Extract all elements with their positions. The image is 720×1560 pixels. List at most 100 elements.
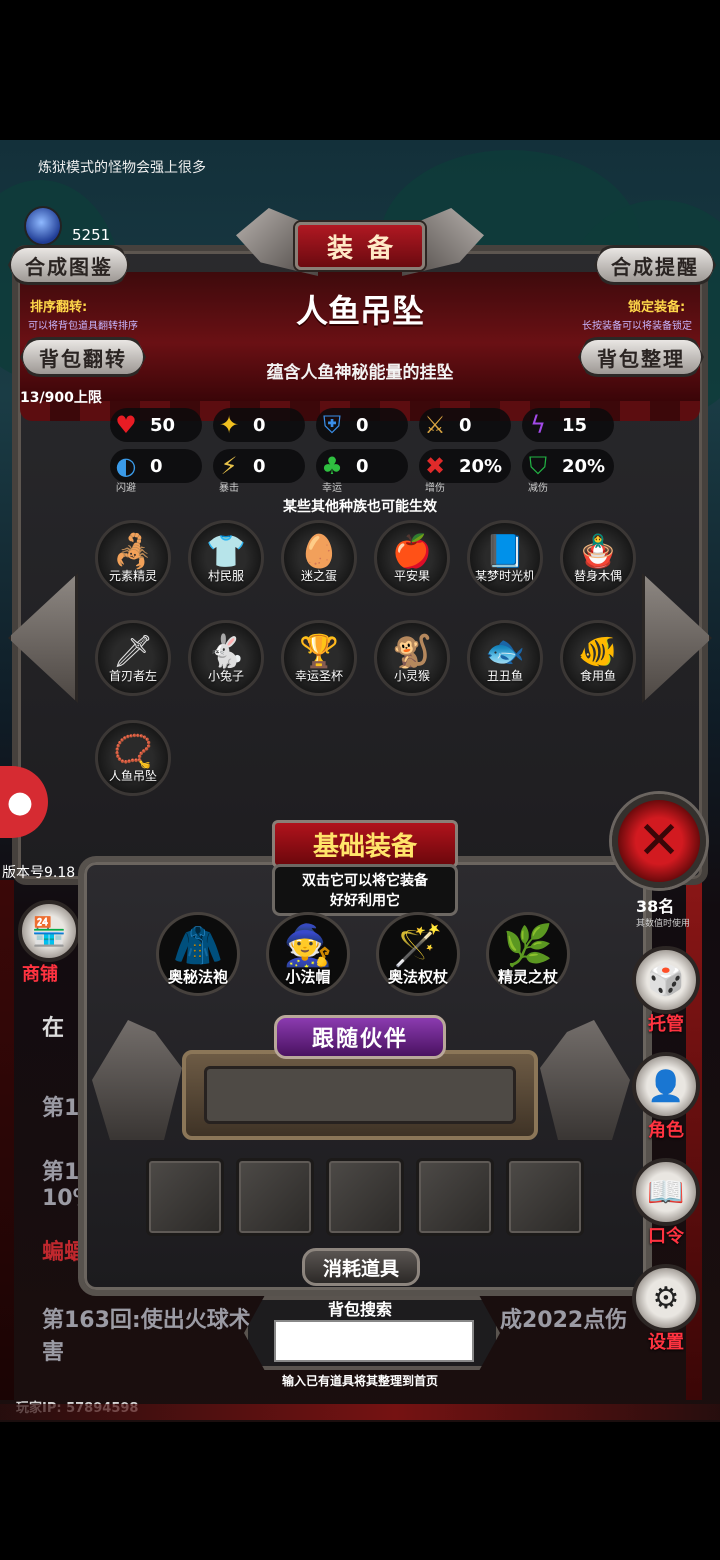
search-input[interactable] [274, 1320, 474, 1362]
item-label: 食用鱼 [579, 669, 616, 683]
item-label: 村民服 [207, 569, 244, 583]
lock-label: 锁定装备: [628, 300, 686, 315]
equipment-label: 奥秘法袍 [168, 968, 229, 986]
basic-equipment-item[interactable]: 🧥 奥秘法袍 [156, 912, 240, 996]
stat-caption: 暴击 [219, 483, 239, 494]
side-label: 托管 [648, 1014, 684, 1035]
log-tail: 成2022点伤 [500, 1308, 628, 1333]
basic-tip-line1: 双击它可以将它装备 [302, 873, 428, 889]
damage-up-icon: ✖ [424, 452, 446, 480]
companion-slot[interactable] [182, 1050, 538, 1140]
user-icon: ● [6, 784, 34, 820]
bag-item[interactable]: 📿 人鱼吊坠 [95, 720, 171, 796]
basic-equipment-item[interactable]: 🌿 精灵之杖 [486, 912, 570, 996]
bag-item[interactable]: 🏆 幸运圣杯 [281, 620, 357, 696]
item-label: 平安果 [393, 569, 430, 583]
stat-value: 0 [356, 414, 369, 436]
item-label: 某梦时光机 [474, 569, 535, 583]
stat-strength: ✦ 0 [213, 408, 305, 442]
bag-item[interactable]: 👕 村民服 [188, 520, 264, 596]
item-label: 人鱼吊坠 [108, 769, 157, 783]
bag-item[interactable]: 🍎 平安果 [374, 520, 450, 596]
shop-button[interactable]: 🏪 [18, 900, 80, 962]
heart-icon: ♥ [115, 411, 137, 439]
side-button-book[interactable]: 📖 [632, 1158, 700, 1226]
stat-caption: 增伤 [425, 483, 445, 494]
bag-item[interactable]: 🐟 丑丑鱼 [467, 620, 543, 696]
equipment-icon: 🌿 [503, 922, 553, 969]
stat-caption: 闪避 [116, 483, 136, 494]
dice-icon: 🎲 [647, 962, 685, 998]
bag-item[interactable]: 📘 某梦时光机 [467, 520, 543, 596]
sort-flip-desc: 可以将背包道具翻转排序 [28, 321, 138, 332]
stat-value: 50 [150, 414, 176, 436]
log-line: 在 [42, 1016, 65, 1041]
basic-tip-line2: 好好利用它 [330, 893, 400, 909]
stat-value: 20% [562, 455, 606, 477]
item-icon: 🏆 [299, 632, 339, 670]
consumable-slot-5[interactable] [506, 1158, 584, 1236]
stat-value: 0 [356, 455, 369, 477]
craft-guide-button[interactable]: 合成图鉴 [8, 245, 130, 285]
selected-item-desc: 蕴含人鱼神秘能量的挂坠 [266, 363, 454, 383]
log-line: 第163回:使出火球术 [42, 1308, 251, 1333]
mode-hint: 炼狱模式的怪物会强上很多 [38, 160, 206, 176]
bag-sort-button[interactable]: 背包整理 [578, 337, 704, 377]
basic-equipment-title: 基础装备 [272, 820, 458, 868]
side-button-hood[interactable]: 👤 [632, 1052, 700, 1120]
stat-value: 0 [459, 414, 472, 436]
gear-icon: ⚙ [652, 1280, 680, 1316]
craft-remind-button[interactable]: 合成提醒 [594, 245, 716, 285]
book-icon: 📖 [647, 1174, 685, 1210]
consumable-slot-4[interactable] [416, 1158, 494, 1236]
side-count: 38名 [636, 897, 675, 916]
log-line: 第1 [42, 1096, 80, 1121]
side-label: 角色 [648, 1120, 684, 1141]
stat-lightning: ϟ 15 [522, 408, 614, 442]
consumable-slot-2[interactable] [236, 1158, 314, 1236]
bag-item[interactable]: 🪆 替身木偶 [560, 520, 636, 596]
stat-caption: 减伤 [528, 483, 548, 494]
stat-damage-up: ✖ 20% [419, 449, 511, 483]
strength-icon: ✦ [218, 411, 240, 439]
item-icon: 🗡 [112, 632, 154, 670]
log-line: 害 [42, 1340, 65, 1365]
bag-capacity: 13/900上限 [20, 390, 102, 406]
panel-title: 装备 [295, 222, 425, 270]
stat-value: 15 [562, 414, 588, 436]
left-frame [0, 880, 14, 1400]
item-icon: 🐒 [392, 632, 432, 670]
bag-item[interactable]: 🗡 首刃者左 [95, 620, 171, 696]
item-icon: 🍎 [392, 532, 432, 570]
bag-item[interactable]: 🐠 食用鱼 [560, 620, 636, 696]
basic-equipment-item[interactable]: 🪄 奥法权杖 [376, 912, 460, 996]
stat-dodge: ◐ 0 [110, 449, 202, 483]
side-label: 设置 [648, 1332, 684, 1353]
version-label: 版本号9.18 [2, 865, 76, 881]
bottom-bar [0, 1404, 720, 1420]
consumable-slot-1[interactable] [146, 1158, 224, 1236]
basic-equipment-item[interactable]: 🧙 小法帽 [266, 912, 350, 996]
equipment-label: 小法帽 [285, 968, 331, 986]
bag-item[interactable]: 🦂 元素精灵 [95, 520, 171, 596]
side-button-gear[interactable]: ⚙ [632, 1264, 700, 1332]
lock-desc: 长按装备可以将装备锁定 [582, 321, 692, 332]
close-button[interactable]: ✕ [612, 794, 706, 888]
item-icon: 👕 [206, 532, 246, 570]
bag-item[interactable]: 🥚 迷之蛋 [281, 520, 357, 596]
side-button-dice[interactable]: 🎲 [632, 946, 700, 1014]
consumable-slot-3[interactable] [326, 1158, 404, 1236]
side-count-sub: 其数值时使用 [636, 919, 691, 929]
search-label: 背包搜索 [327, 1300, 392, 1319]
equipment-icon: 🧥 [173, 922, 223, 969]
stat-value: 0 [253, 414, 266, 436]
bag-item[interactable]: 🐇 小兔子 [188, 620, 264, 696]
item-icon: 🦂 [113, 532, 153, 570]
item-label: 元素精灵 [108, 569, 157, 583]
bag-item[interactable]: 🐒 小灵猴 [374, 620, 450, 696]
bag-flip-button[interactable]: 背包翻转 [20, 337, 146, 377]
close-icon: ✕ [637, 811, 681, 871]
basic-equipment-tip: 双击它可以将它装备 好好利用它 [272, 864, 458, 916]
stat-value: 0 [150, 455, 163, 477]
damage-down-icon: ⛉ [529, 452, 547, 480]
